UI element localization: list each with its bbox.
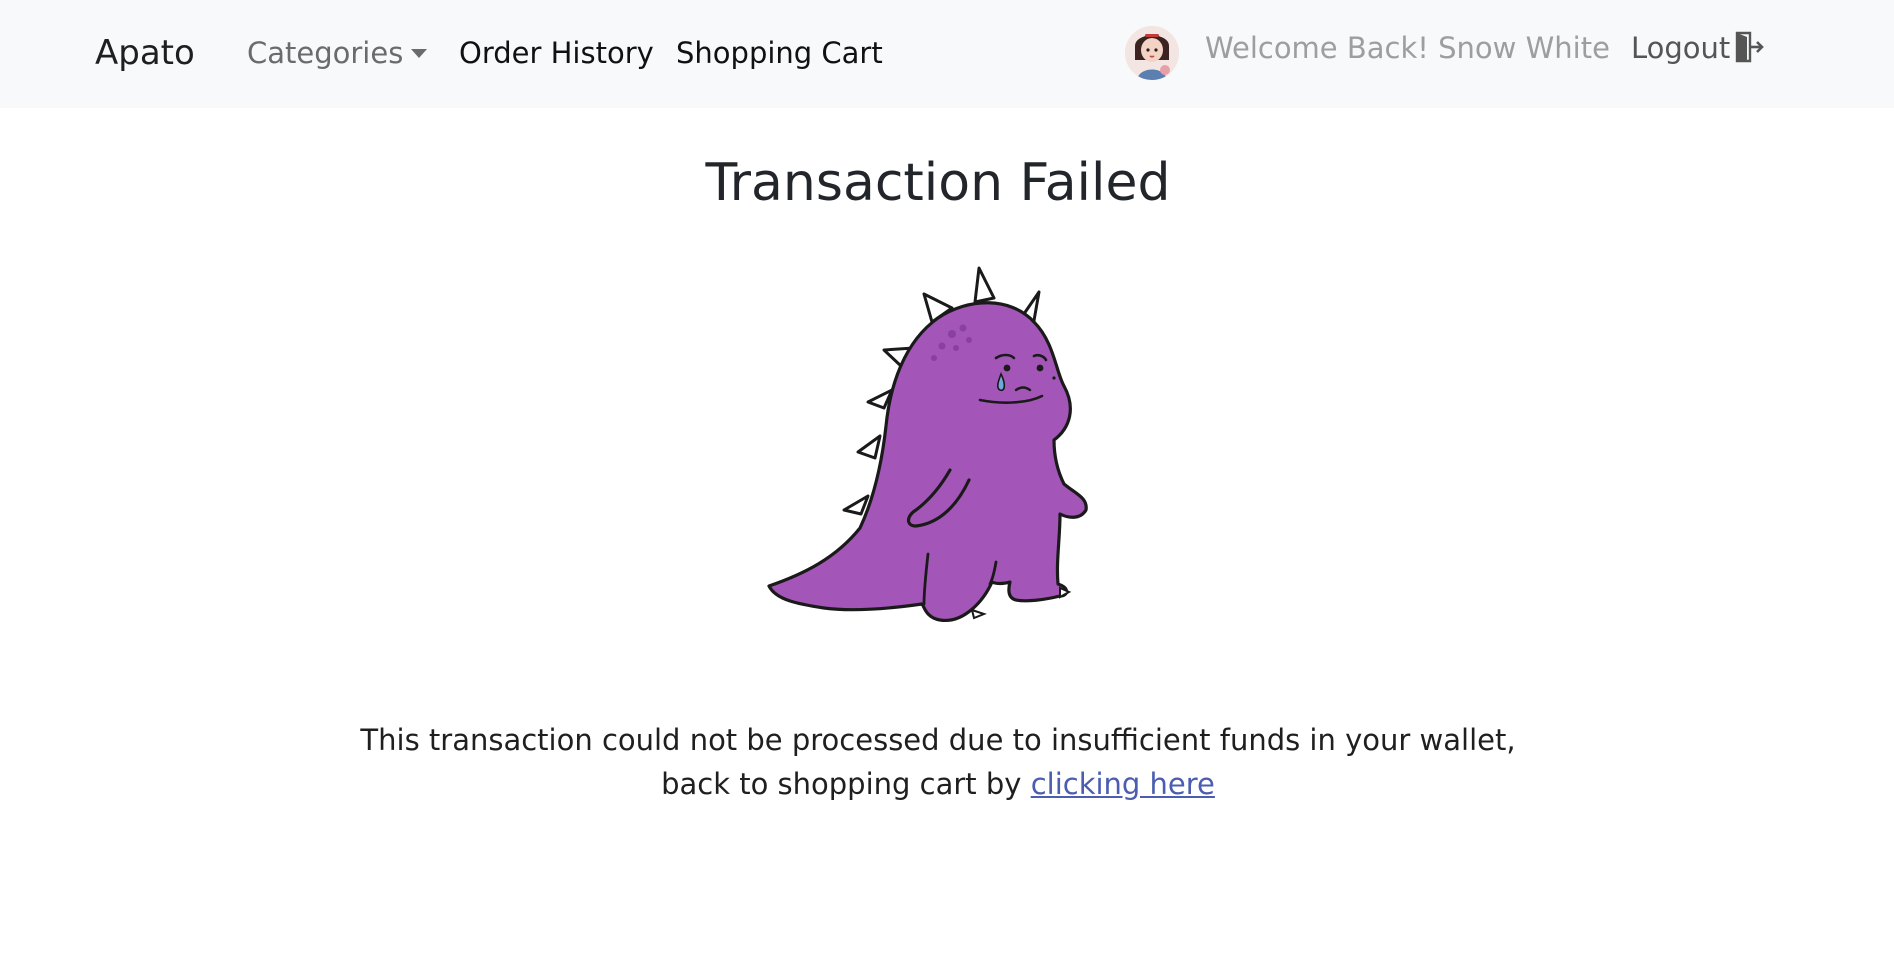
door-exit-icon bbox=[1736, 31, 1765, 63]
caret-down-icon bbox=[411, 49, 428, 58]
categories-label: Categories bbox=[247, 36, 404, 70]
message-line-2: back to shopping cart by bbox=[661, 767, 1022, 801]
nav-order-history[interactable]: Order History bbox=[459, 34, 654, 72]
user-avatar-icon bbox=[1125, 26, 1179, 80]
sad-dinosaur-illustration bbox=[767, 266, 1088, 622]
message-line-1: This transaction could not be processed … bbox=[360, 723, 1516, 757]
dino-eye bbox=[1003, 364, 1011, 372]
back-to-cart-link[interactable]: clicking here bbox=[1031, 767, 1215, 801]
page-title: Transaction Failed bbox=[705, 153, 1171, 213]
brand-logo[interactable]: Apato bbox=[95, 29, 195, 77]
dino-body bbox=[767, 301, 1088, 622]
transaction-message: This transaction could not be processed … bbox=[0, 718, 1876, 806]
message-line-2-wrapper: back to shopping cart by clicking here bbox=[0, 762, 1876, 806]
avatar bbox=[1125, 26, 1179, 80]
dino-eye bbox=[1036, 364, 1044, 372]
welcome-text: Welcome Back! Snow White bbox=[1205, 31, 1610, 65]
top-navbar: Apato Categories Order History Shopping … bbox=[0, 0, 1894, 108]
nav-shopping-cart[interactable]: Shopping Cart bbox=[676, 34, 883, 72]
logout-button[interactable]: Logout bbox=[1631, 29, 1765, 67]
categories-dropdown[interactable]: Categories bbox=[247, 34, 428, 72]
logout-label: Logout bbox=[1631, 31, 1731, 65]
